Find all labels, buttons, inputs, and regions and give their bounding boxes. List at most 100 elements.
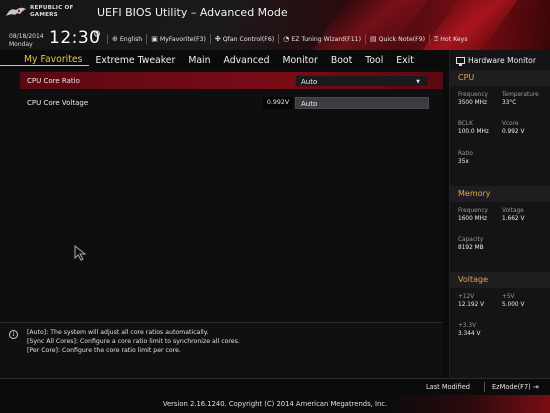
voltage-3v3-value: 3.344 V [458, 331, 481, 337]
voltage-12v-value: 12.192 V [458, 302, 485, 308]
ez-tuning-wizard-label: EZ Tuning Wizard(F11) [291, 35, 362, 43]
cpu-temperature-value: 33°C [502, 100, 517, 106]
memory-frequency-value: 1600 MHz [458, 216, 487, 222]
cpu-bclk-value: 100.0 MHz [458, 129, 489, 135]
cpu-frequency: Frequency 3500 MHz [458, 91, 488, 107]
voltage-3v3-label: +3.3V [458, 323, 477, 329]
cpu-core-voltage-field[interactable]: Auto [295, 97, 429, 109]
current-voltage-readout: 0.992V [263, 97, 293, 109]
help-panel: i [Auto]: The system will adjust all cor… [0, 322, 443, 378]
cpu-ratio: Ratio 35x [458, 150, 473, 166]
cpu-core-ratio-dropdown[interactable]: Auto ▼ [295, 75, 429, 87]
monitor-icon [456, 56, 465, 66]
hardware-monitor-title: Hardware Monitor [450, 53, 550, 67]
question-icon: ⍰ [434, 34, 439, 43]
divider [484, 382, 485, 392]
hot-keys-label: Hot Keys [440, 35, 468, 43]
settings-panel: CPU Core Ratio Auto ▼ CPU Core Voltage 0… [0, 70, 443, 322]
voltage-section: Voltage +12V 12.192 V +5V 5.000 V +3.3V … [450, 272, 550, 337]
hardware-monitor-panel: Hardware Monitor CPU Frequency 3500 MHz … [449, 50, 550, 378]
voltage-12v-label: +12V [458, 294, 475, 300]
help-line: [Auto]: The system will adjust all core … [27, 329, 209, 336]
cpu-bclk: BCLK 100.0 MHz [458, 120, 489, 136]
cpu-vcore: Vcore 0.992 V [502, 120, 524, 136]
note-icon: ▤ [370, 35, 377, 43]
help-line: [Sync All Cores]: Configure a core ratio… [27, 338, 240, 345]
hot-keys-button[interactable]: ⍰ Hot Keys [429, 34, 471, 44]
cpu-heading: CPU [450, 70, 550, 86]
qfan-control-label: Qfan Control(F6) [222, 35, 275, 43]
wizard-icon: ◔ [283, 35, 290, 43]
cpu-frequency-label: Frequency [458, 92, 488, 98]
tab-advanced[interactable]: Advanced [217, 55, 276, 66]
brand-line1: REPUBLIC OF [30, 5, 74, 11]
help-line: [Per Core]: Configure the core ratio lim… [27, 347, 181, 354]
tab-my-favorites[interactable]: My Favorites [0, 54, 89, 66]
date-text: 08/18/2014 [9, 33, 44, 40]
my-favorite-button[interactable]: ▣ MyFavorite(F3) [146, 34, 210, 44]
dropdown-value: Auto [301, 78, 318, 86]
memory-frequency: Frequency 1600 MHz [458, 207, 488, 223]
cpu-vcore-label: Vcore [502, 121, 519, 127]
quick-note-label: Quick Note(F9) [378, 35, 426, 43]
ezmode-button[interactable]: EzMode(F7) ⇥ [492, 383, 539, 391]
tab-monitor[interactable]: Monitor [276, 55, 324, 66]
tab-extreme-tweaker[interactable]: Extreme Tweaker [89, 55, 182, 66]
cpu-ratio-value: 35x [458, 159, 469, 165]
rog-logo-icon [6, 7, 26, 16]
copyright-text: Version 2.16.1240. Copyright (C) 2014 Am… [162, 400, 388, 408]
exit-arrow-icon: ⇥ [532, 383, 539, 391]
brand-text: REPUBLIC OF GAMERS [30, 5, 74, 19]
ez-tuning-wizard-button[interactable]: ◔ EZ Tuning Wizard(F11) [278, 34, 365, 44]
memory-voltage-label: Voltage [502, 208, 524, 214]
gear-icon[interactable]: ⚙ [93, 30, 101, 40]
mouse-pointer-icon [74, 245, 87, 261]
last-modified-button[interactable]: Last Modified [426, 383, 470, 391]
voltage-5v: +5V 5.000 V [502, 293, 524, 309]
quick-note-button[interactable]: ▤ Quick Note(F9) [365, 34, 429, 44]
setting-row-cpu-core-ratio[interactable]: CPU Core Ratio Auto ▼ [20, 72, 443, 89]
header-bar: REPUBLIC OF GAMERS UEFI BIOS Utility – A… [0, 0, 550, 50]
cpu-section: CPU Frequency 3500 MHz Temperature 33°C … [450, 70, 550, 165]
date-display: 08/18/2014 Monday [9, 33, 44, 49]
info-icon: i [9, 330, 18, 339]
favorite-icon: ▣ [151, 35, 158, 43]
cpu-ratio-label: Ratio [458, 151, 473, 157]
weekday-text: Monday [9, 41, 33, 48]
language-button[interactable]: ⊕ English [107, 34, 146, 44]
language-label: English [119, 35, 143, 43]
memory-section: Memory Frequency 1600 MHz Voltage 1.662 … [450, 186, 550, 251]
memory-capacity: Capacity 8192 MB [458, 236, 484, 252]
setting-label: CPU Core Ratio [27, 76, 80, 85]
my-favorite-label: MyFavorite(F3) [159, 35, 206, 43]
voltage-5v-value: 5.000 V [502, 302, 525, 308]
memory-frequency-label: Frequency [458, 208, 488, 214]
qfan-control-button[interactable]: ✤ Qfan Control(F6) [209, 34, 278, 44]
cpu-frequency-value: 3500 MHz [458, 100, 487, 106]
setting-row-cpu-core-voltage[interactable]: CPU Core Voltage 0.992V Auto [20, 94, 443, 111]
cpu-vcore-value: 0.992 V [502, 129, 525, 135]
tab-boot[interactable]: Boot [324, 55, 358, 66]
memory-heading: Memory [450, 186, 550, 202]
voltage-5v-label: +5V [502, 294, 515, 300]
globe-icon: ⊕ [112, 35, 118, 43]
tab-exit[interactable]: Exit [390, 55, 421, 66]
voltage-heading: Voltage [450, 272, 550, 288]
app-title: UEFI BIOS Utility – Advanced Mode [97, 6, 288, 19]
toolbar: ⊕ English ▣ MyFavorite(F3) ✤ Qfan Contro… [107, 33, 472, 45]
memory-voltage-value: 1.662 V [502, 216, 525, 222]
tab-main[interactable]: Main [182, 55, 217, 66]
voltage-12v: +12V 12.192 V [458, 293, 484, 309]
cpu-temperature: Temperature 33°C [502, 91, 539, 107]
help-text: [Auto]: The system will adjust all core … [27, 328, 240, 355]
tab-tool[interactable]: Tool [359, 55, 390, 66]
footer-bar: Last Modified EzMode(F7) ⇥ [0, 378, 550, 394]
memory-capacity-value: 8192 MB [458, 245, 484, 251]
fan-icon: ✤ [214, 35, 221, 43]
brand-line2: GAMERS [30, 12, 58, 18]
copyright-bar: Version 2.16.1240. Copyright (C) 2014 Am… [0, 395, 550, 413]
setting-label: CPU Core Voltage [27, 98, 89, 107]
main-nav: My Favorites Extreme Tweaker Main Advanc… [0, 50, 443, 70]
memory-voltage: Voltage 1.662 V [502, 207, 524, 223]
hardware-monitor-label: Hardware Monitor [468, 55, 536, 65]
